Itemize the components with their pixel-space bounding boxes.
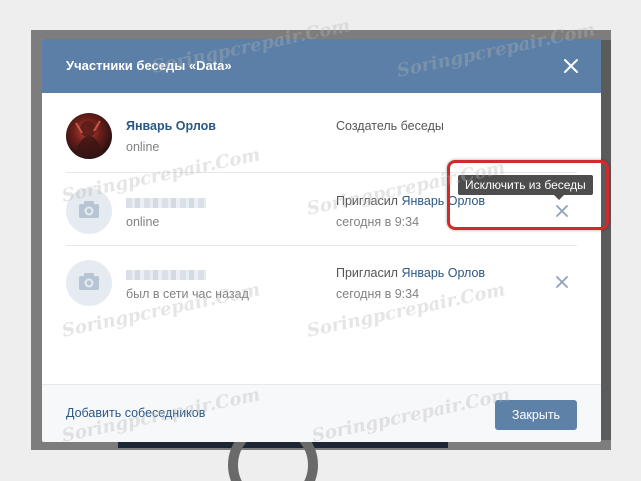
inviter-link[interactable]: Январь Орлов	[401, 266, 485, 280]
invited-by-label: Пригласил	[336, 194, 398, 208]
invite-time: сегодня в 9:34	[336, 215, 420, 229]
divider	[66, 245, 577, 246]
close-button[interactable]: Закрыть	[495, 400, 577, 430]
invited-by-label: Пригласил	[336, 266, 398, 280]
hidden-member-name[interactable]	[126, 198, 206, 208]
member-status: был в сети час назад	[126, 287, 249, 301]
highlight-frame	[447, 160, 609, 230]
dialog-title: Участники беседы «Data»	[66, 58, 232, 73]
camera-icon[interactable]	[66, 188, 112, 234]
dialog-header: Участники беседы «Data»	[42, 39, 601, 93]
dimmed-background-edge	[600, 40, 611, 440]
add-members-link[interactable]: Добавить собеседников	[66, 406, 205, 420]
camera-icon[interactable]	[66, 260, 112, 306]
member-status: online	[126, 215, 160, 229]
member-name-link[interactable]: Январь Орлов	[126, 119, 216, 133]
member-status: online	[126, 140, 160, 154]
invite-time: сегодня в 9:34	[336, 287, 420, 301]
chat-members-dialog: Участники беседы «Data» Январь Орлов onl…	[42, 39, 601, 442]
hidden-member-name[interactable]	[126, 270, 206, 280]
user-avatar[interactable]	[66, 113, 112, 159]
member-row: был в сети час назад Пригласил Январь Ор…	[66, 260, 577, 330]
member-role: Пригласил Январь Орлов	[336, 266, 485, 280]
dialog-footer: Добавить собеседников Закрыть	[42, 384, 601, 442]
close-icon[interactable]	[554, 274, 570, 290]
close-icon[interactable]	[559, 54, 583, 78]
member-role: Создатель беседы	[336, 119, 444, 133]
